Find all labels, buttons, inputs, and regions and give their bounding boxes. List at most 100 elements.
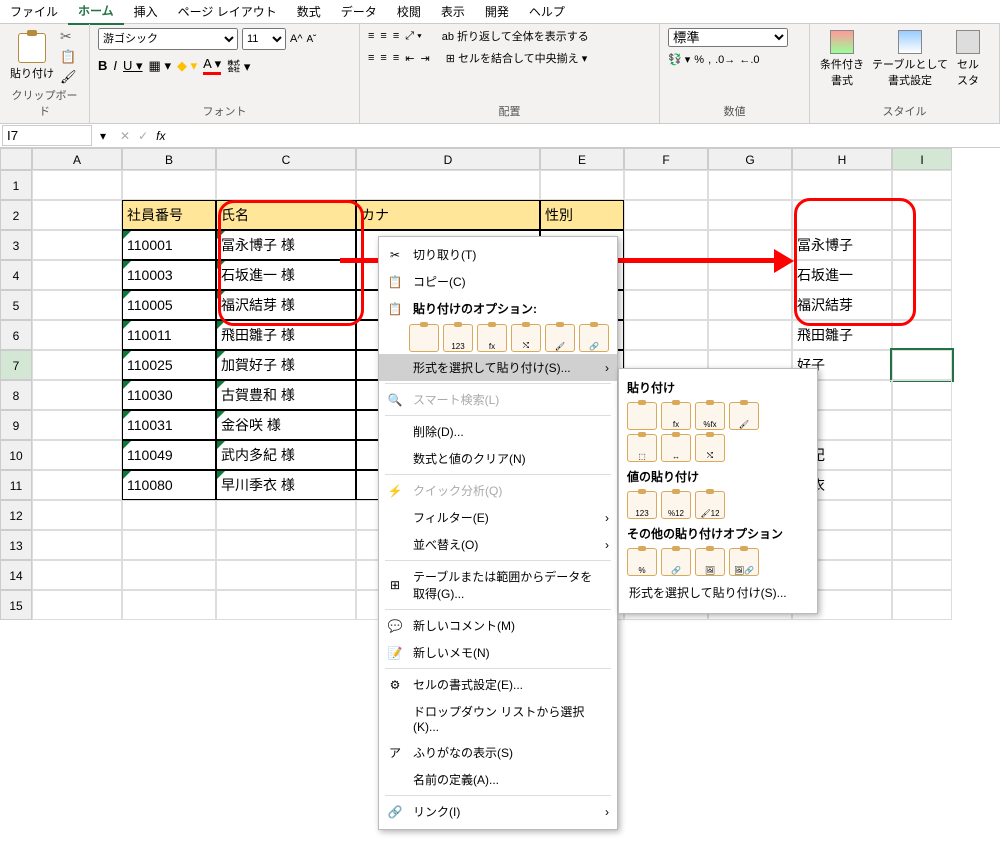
col-head-A[interactable]: A [32,148,122,170]
cell-I3[interactable] [892,230,952,260]
cell-I7[interactable] [892,350,952,380]
cell-G1[interactable] [708,170,792,200]
ctx-define-name[interactable]: 名前の定義(A)... [379,766,617,793]
col-head-B[interactable]: B [122,148,216,170]
row-head-10[interactable]: 10 [0,440,32,470]
col-head-E[interactable]: E [540,148,624,170]
sub-paste-values-numfmt-icon[interactable]: %12 [661,491,691,519]
align-center-icon[interactable]: ≡ [380,52,386,64]
cell-E1[interactable] [540,170,624,200]
bold-button[interactable]: B [98,58,107,73]
comma-icon[interactable]: , [708,54,711,66]
tab-表示[interactable]: 表示 [431,0,475,24]
increase-font-icon[interactable]: A^ [290,33,303,45]
cell-A11[interactable] [32,470,122,500]
cell-I8[interactable] [892,380,952,410]
cell-B15[interactable] [122,590,216,620]
cell-A7[interactable] [32,350,122,380]
cell-C3[interactable]: 冨永博子 様 [216,230,356,260]
cell-H3[interactable]: 冨永博子 [792,230,892,260]
sub-paste-noborder-icon[interactable]: ⬚ [627,434,657,462]
cell-H2[interactable] [792,200,892,230]
cell-A13[interactable] [32,530,122,560]
cell-G3[interactable] [708,230,792,260]
cell-C14[interactable] [216,560,356,590]
tab-開発[interactable]: 開発 [475,0,519,24]
percent-icon[interactable]: % [694,54,704,66]
row-head-12[interactable]: 12 [0,500,32,530]
cell-E2[interactable]: 性別 [540,200,624,230]
cell-I14[interactable] [892,560,952,590]
cell-B6[interactable]: 110011 [122,320,216,350]
cell-B5[interactable]: 110005 [122,290,216,320]
cell-D2[interactable]: カナ [356,200,540,230]
cell-C7[interactable]: 加賀好子 様 [216,350,356,380]
cell-A14[interactable] [32,560,122,590]
ctx-new-comment[interactable]: 💬新しいコメント(M) [379,612,617,639]
cell-F1[interactable] [624,170,708,200]
sub-paste-transpose-icon[interactable]: ⤭ [695,434,725,462]
tab-データ[interactable]: データ [331,0,387,24]
fill-color-button[interactable]: ◆ ▾ [177,58,197,74]
align-right-icon[interactable]: ≡ [393,52,399,64]
cell-H6[interactable]: 飛田雛子 [792,320,892,350]
sub-paste-link-icon[interactable]: 🔗 [661,548,691,576]
cell-I4[interactable] [892,260,952,290]
row-head-15[interactable]: 15 [0,590,32,620]
cell-H4[interactable]: 石坂進一 [792,260,892,290]
row-head-13[interactable]: 13 [0,530,32,560]
spreadsheet-grid[interactable]: ABCDEFGHI 12社員番号氏名カナ性別3110001冨永博子 様冨永博子4… [0,148,1000,620]
cell-B12[interactable] [122,500,216,530]
tab-ファイル[interactable]: ファイル [0,0,68,24]
sub-paste-picture-icon[interactable]: 🖼 [695,548,725,576]
merge-center-button[interactable]: ⊞ セルを結合して中央揃え ▾ [446,50,588,66]
cell-C8[interactable]: 古賀豊和 様 [216,380,356,410]
paste-all-icon[interactable] [409,324,439,352]
cell-B3[interactable]: 110001 [122,230,216,260]
row-head-2[interactable]: 2 [0,200,32,230]
sub-paste-linked-pic-icon[interactable]: 🖼🔗 [729,548,759,576]
decrease-font-icon[interactable]: A˘ [307,34,317,45]
cell-B1[interactable] [122,170,216,200]
paste-values-icon[interactable]: 123 [443,324,473,352]
ctx-delete[interactable]: 削除(D)... [379,418,617,445]
paste-button[interactable]: 貼り付け [8,31,56,83]
cell-F4[interactable] [624,260,708,290]
col-head-D[interactable]: D [356,148,540,170]
col-head-F[interactable]: F [624,148,708,170]
cell-A10[interactable] [32,440,122,470]
cell-I9[interactable] [892,410,952,440]
sub-paste-width-icon[interactable]: ↔ [661,434,691,462]
indent-dec-icon[interactable]: ⇤ [405,52,414,65]
cell-I1[interactable] [892,170,952,200]
cell-C6[interactable]: 飛田雛子 様 [216,320,356,350]
row-head-3[interactable]: 3 [0,230,32,260]
ctx-copy[interactable]: 📋コピー(C) [379,268,617,295]
paste-transpose-icon[interactable]: ⤭ [511,324,541,352]
cell-G5[interactable] [708,290,792,320]
cell-A9[interactable] [32,410,122,440]
sub-paste-formula-numfmt-icon[interactable]: %fx [695,402,725,430]
cell-A1[interactable] [32,170,122,200]
align-top-icon[interactable]: ≡ [368,30,374,42]
cancel-icon[interactable]: ✕ [120,129,130,143]
underline-button[interactable]: U ▾ [123,58,143,74]
col-head-C[interactable]: C [216,148,356,170]
ctx-filter[interactable]: フィルター(E)› [379,504,617,531]
enter-icon[interactable]: ✓ [138,129,148,143]
tab-数式[interactable]: 数式 [287,0,331,24]
select-all-corner[interactable] [0,148,32,170]
sub-paste-formulas-icon[interactable]: fx [661,402,691,430]
cell-B2[interactable]: 社員番号 [122,200,216,230]
phonetic-button[interactable]: ㍿ ▾ [227,56,250,75]
cell-F6[interactable] [624,320,708,350]
cell-A8[interactable] [32,380,122,410]
cell-A3[interactable] [32,230,122,260]
cell-I6[interactable] [892,320,952,350]
row-head-1[interactable]: 1 [0,170,32,200]
cell-B10[interactable]: 110049 [122,440,216,470]
row-head-8[interactable]: 8 [0,380,32,410]
name-box[interactable] [2,125,92,146]
cell-B9[interactable]: 110031 [122,410,216,440]
cell-A4[interactable] [32,260,122,290]
